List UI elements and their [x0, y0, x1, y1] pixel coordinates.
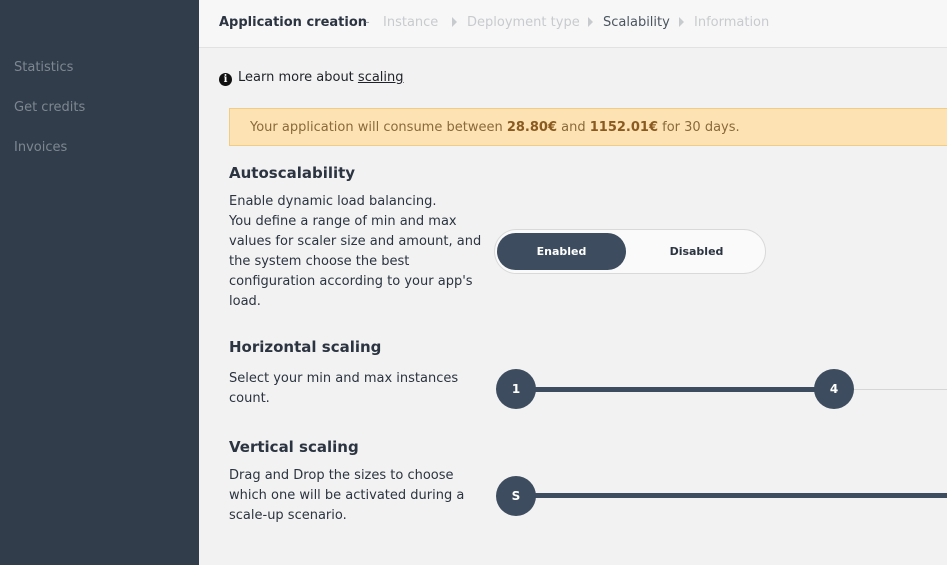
step-instance[interactable]: Instance: [383, 15, 438, 30]
description-line: the system choose the best: [229, 254, 410, 269]
horizontal-min-handle[interactable]: 1: [496, 369, 536, 409]
banner-prefix: Your application will consume between: [250, 120, 503, 135]
description-line: load.: [229, 294, 261, 309]
description-line: Enable dynamic load balancing.: [229, 194, 437, 209]
scaling-link[interactable]: scaling: [358, 70, 404, 85]
vertical-scaling-title: Vertical scaling: [229, 438, 359, 456]
consumption-banner: Your application will consume between 28…: [229, 108, 947, 146]
description-line: You define a range of min and max: [229, 214, 457, 229]
chevron-right-icon: [679, 17, 684, 27]
banner-middle: and: [561, 120, 586, 135]
description-line: configuration according to your app's: [229, 274, 473, 289]
info-icon: i: [219, 73, 232, 86]
breadcrumb-separator: -: [365, 15, 370, 30]
sidebar-item-get-credits[interactable]: Get credits: [14, 100, 85, 115]
chevron-right-icon: [452, 17, 457, 27]
description-line: Drag and Drop the sizes to choose: [229, 468, 454, 483]
horizontal-scaling-title: Horizontal scaling: [229, 338, 382, 356]
chevron-right-icon: [588, 17, 593, 27]
autoscalability-description: Enable dynamic load balancing. You defin…: [229, 192, 481, 312]
sidebar-item-invoices[interactable]: Invoices: [14, 140, 67, 155]
banner-min-cost: 28.80€: [506, 120, 557, 135]
banner-suffix: for 30 days.: [662, 120, 740, 135]
enabled-option[interactable]: Enabled: [497, 233, 626, 270]
step-scalability[interactable]: Scalability: [603, 15, 670, 30]
description-line: which one will be activated during a: [229, 488, 465, 503]
step-deployment-type[interactable]: Deployment type: [467, 15, 580, 30]
learn-more-text: Learn more about: [238, 70, 354, 85]
description-line: values for scaler size and amount, and: [229, 234, 482, 249]
horizontal-slider-track-selected[interactable]: [516, 387, 834, 392]
vertical-slider-track[interactable]: [516, 493, 947, 498]
horizontal-max-handle[interactable]: 4: [814, 369, 854, 409]
banner-max-cost: 1152.01€: [589, 120, 659, 135]
autoscalability-toggle[interactable]: Enabled Disabled: [494, 229, 766, 274]
description-line: Select your min and max instances: [229, 371, 459, 386]
horizontal-scaling-description: Select your min and max instances count.: [229, 369, 458, 409]
description-line: scale-up scenario.: [229, 508, 347, 523]
learn-more: i Learn more about scaling: [219, 70, 404, 86]
breadcrumb: Application creation - Instance Deployme…: [199, 0, 947, 48]
vertical-scaling-description: Drag and Drop the sizes to choose which …: [229, 466, 464, 526]
description-line: count.: [229, 391, 270, 406]
sidebar: Statistics Get credits Invoices: [0, 0, 199, 565]
sidebar-item-statistics[interactable]: Statistics: [14, 60, 73, 75]
disabled-option[interactable]: Disabled: [632, 233, 761, 270]
step-information[interactable]: Information: [694, 15, 769, 30]
autoscalability-title: Autoscalability: [229, 164, 356, 182]
page-title: Application creation: [219, 15, 368, 30]
vertical-size-handle[interactable]: S: [496, 476, 536, 516]
